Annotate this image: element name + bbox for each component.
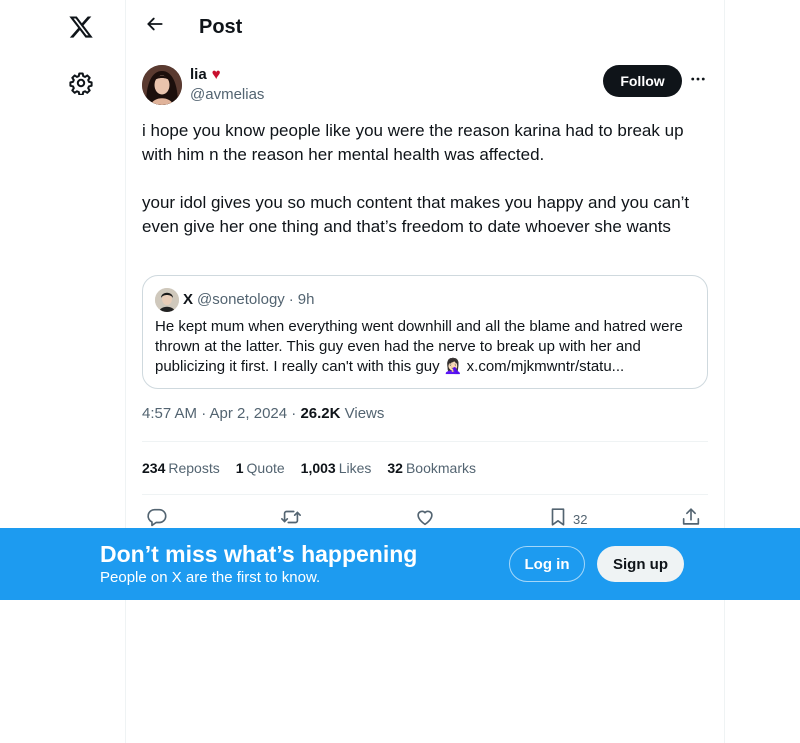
- quoted-post-header: X @sonetology · 9h: [155, 288, 314, 312]
- author-display-name[interactable]: lia ♥: [190, 65, 264, 85]
- red-heart-emoji: ♥: [211, 66, 221, 83]
- meta-separator: ·: [291, 405, 297, 422]
- author-names: lia ♥ @avmelias: [190, 65, 264, 105]
- views-label: Views: [344, 405, 385, 422]
- reposts-count: 234: [142, 460, 166, 476]
- bookmarks-label: Bookmarks: [405, 460, 476, 476]
- likes-count: 1,003: [300, 460, 336, 476]
- tweet-author: lia ♥ @avmelias Follow: [142, 65, 709, 105]
- author-name-text: lia: [190, 66, 207, 83]
- signup-button[interactable]: Sign up: [597, 546, 684, 582]
- left-nav: [0, 0, 125, 743]
- post-timestamp[interactable]: 4:57 AM · Apr 2, 2024: [142, 405, 287, 422]
- x-logo-icon[interactable]: [60, 6, 102, 48]
- engagement-stats: 234 Reposts 1 Quote 1,003 Likes 32 Bookmarks: [142, 458, 492, 478]
- quoted-post[interactable]: X @sonetology · 9h He kept mum when ever…: [142, 275, 708, 389]
- divider: [142, 441, 708, 442]
- bookmarks-count: 32: [387, 460, 403, 476]
- signup-banner: Don’t miss what’s happening People on X …: [0, 528, 800, 600]
- gear-icon[interactable]: [60, 62, 102, 104]
- tweet-paragraph-2: your idol gives you so much content that…: [142, 193, 690, 236]
- main-column: Post lia ♥ @avmelias Follow i hope you k…: [125, 0, 725, 743]
- quotes-label: Quote: [246, 460, 285, 476]
- post-meta: 4:57 AM · Apr 2, 2024 · 26.2K Views: [142, 404, 384, 424]
- tweet-paragraph-1: i hope you know people like you were the…: [142, 121, 684, 164]
- author-handle[interactable]: @avmelias: [190, 85, 264, 105]
- reposts-label: Reposts: [168, 460, 220, 476]
- follow-button[interactable]: Follow: [603, 65, 682, 97]
- quotes-stat[interactable]: 1 Quote: [236, 458, 285, 478]
- quoted-handle: @sonetology: [197, 291, 285, 308]
- page-title: Post: [199, 16, 243, 38]
- views-count: 26.2K: [300, 405, 341, 422]
- login-button[interactable]: Log in: [509, 546, 585, 582]
- quotes-count: 1: [235, 460, 244, 476]
- reposts-stat[interactable]: 234 Reposts: [142, 458, 220, 478]
- banner-subtitle: People on X are the first to know.: [100, 569, 321, 586]
- divider: [142, 494, 708, 495]
- back-button[interactable]: [138, 9, 172, 43]
- avatar[interactable]: [142, 65, 182, 105]
- quoted-separator: ·: [288, 291, 294, 308]
- bookmark-count: 32: [573, 511, 588, 527]
- quoted-avatar: [155, 288, 179, 312]
- arrow-left-icon: [145, 14, 165, 39]
- page-header: Post: [126, 0, 725, 53]
- quoted-text: He kept mum when everything went downhil…: [155, 318, 683, 375]
- more-button[interactable]: [686, 69, 710, 93]
- quoted-timestamp: 9h: [297, 291, 315, 308]
- tweet-text: i hope you know people like you were the…: [142, 119, 708, 239]
- banner-title: Don’t miss what’s happening: [100, 541, 418, 567]
- bookmarks-stat[interactable]: 32 Bookmarks: [387, 458, 476, 478]
- likes-stat[interactable]: 1,003 Likes: [301, 458, 372, 478]
- quoted-display-name: X: [183, 291, 194, 308]
- more-horizontal-icon: [689, 70, 707, 93]
- likes-label: Likes: [338, 460, 372, 476]
